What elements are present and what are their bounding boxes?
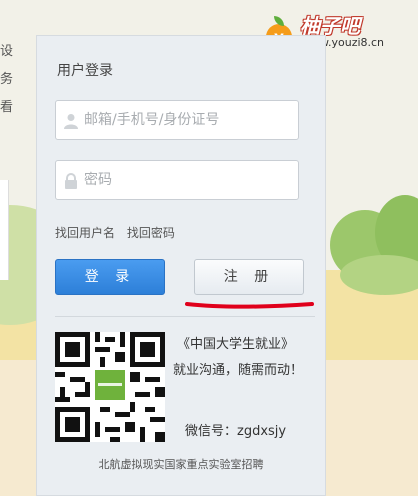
password-input[interactable]	[84, 161, 292, 199]
side-text-char: 设	[0, 44, 14, 59]
user-icon	[64, 114, 78, 129]
side-text-char: 务	[0, 72, 14, 87]
login-panel: 用户登录 找回用户名 找回密码 登 录 注 册	[36, 35, 326, 496]
side-text: 设 务 看	[0, 38, 14, 122]
promo-title: 《中国大学生就业》	[177, 337, 295, 352]
find-password-link[interactable]: 找回密码	[127, 226, 175, 240]
qr-logo-icon	[95, 370, 125, 400]
register-button[interactable]: 注 册	[194, 259, 304, 295]
annotation-underline	[185, 302, 314, 309]
side-text-char: 看	[0, 100, 14, 115]
wechat-id: 微信号：zgdxsjy	[185, 424, 287, 439]
qr-code	[55, 332, 165, 442]
password-field[interactable]	[55, 160, 299, 200]
divider	[55, 316, 315, 317]
qr-logo-badge	[95, 370, 125, 400]
find-username-link[interactable]: 找回用户名	[55, 226, 115, 240]
login-title: 用户登录	[57, 63, 113, 79]
login-button[interactable]: 登 录	[55, 259, 165, 295]
recruitment-link[interactable]: 北航虚拟现实国家重点实验室招聘	[37, 456, 325, 472]
promo-slogan: 就业沟通，随需而动！	[173, 363, 304, 378]
recovery-links: 找回用户名 找回密码	[55, 224, 183, 241]
lock-icon	[65, 173, 77, 189]
background-strip	[0, 180, 9, 280]
account-input[interactable]	[84, 101, 292, 139]
account-field[interactable]	[55, 100, 299, 140]
